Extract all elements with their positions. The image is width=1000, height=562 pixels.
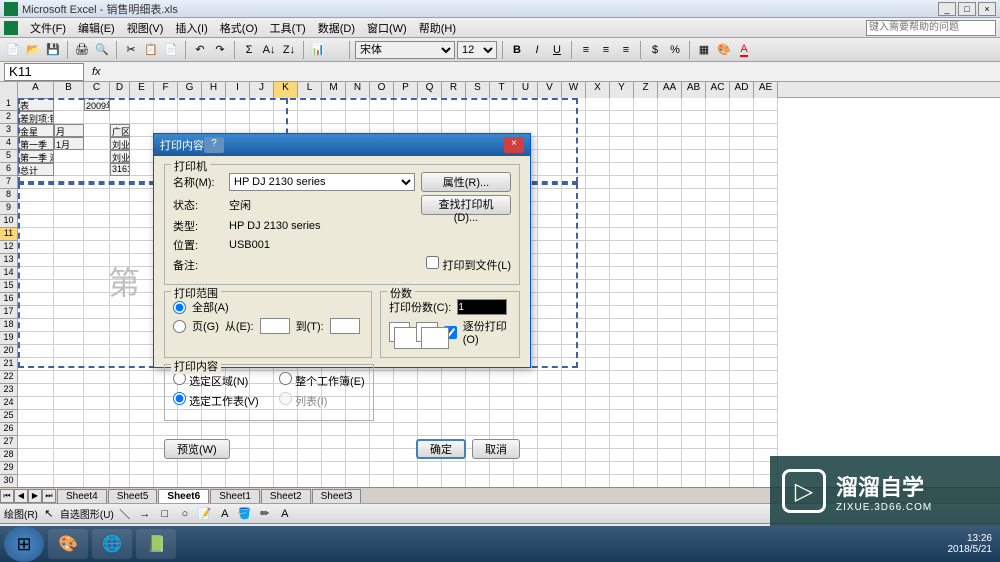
printer-type-label: 类型:	[173, 218, 223, 234]
task-browser[interactable]: 🌐	[92, 529, 132, 559]
content-list-label: 列表(I)	[295, 396, 327, 408]
system-tray[interactable]: 13:26 2018/5/21	[940, 533, 1000, 555]
copies-label: 打印份数(C):	[389, 299, 451, 315]
task-paint[interactable]: 🎨	[48, 529, 88, 559]
start-button[interactable]: ⊞	[4, 526, 44, 562]
copies-fieldset: 份数 打印份数(C): 逐份打印(O)	[380, 291, 520, 358]
content-workbook-radio[interactable]	[279, 372, 292, 385]
printer-status-label: 状态:	[173, 197, 223, 213]
range-pages-label: 页(G)	[192, 318, 219, 334]
cancel-button[interactable]: 取消	[472, 439, 520, 459]
task-excel[interactable]: 📗	[136, 529, 176, 559]
collate-icon-1	[389, 322, 410, 342]
printer-name-select[interactable]: HP DJ 2130 series	[229, 173, 415, 191]
printer-fieldset: 打印机 名称(M): HP DJ 2130 series 属性(R)... 状态…	[164, 164, 520, 285]
printer-status-value: 空闲	[229, 197, 251, 213]
print-dialog: 打印内容 ? × 打印机 名称(M): HP DJ 2130 series 属性…	[153, 133, 531, 368]
printer-comment-label: 备注:	[173, 257, 223, 273]
print-to-file-checkbox[interactable]	[426, 256, 439, 269]
content-sheet-radio[interactable]	[173, 392, 186, 405]
content-workbook-label: 整个工作簿(E)	[295, 376, 365, 388]
preview-button[interactable]: 预览(W)	[164, 439, 230, 459]
watermark-text: 溜溜自学	[836, 470, 932, 502]
range-pages-radio[interactable]	[173, 320, 186, 333]
content-legend: 打印内容	[171, 358, 221, 374]
to-input[interactable]	[330, 318, 360, 334]
collate-icon-2	[416, 322, 437, 342]
dialog-title-bar[interactable]: 打印内容 ? ×	[154, 134, 530, 156]
dialog-close-button[interactable]: ×	[504, 137, 524, 153]
print-to-file-label: 打印到文件(L)	[443, 260, 511, 272]
content-selection-label: 选定区域(N)	[189, 376, 248, 388]
range-legend: 打印范围	[171, 285, 221, 301]
range-all-radio[interactable]	[173, 301, 186, 314]
tray-date: 2018/5/21	[948, 544, 993, 555]
from-input[interactable]	[260, 318, 290, 334]
from-label: 从(E):	[225, 318, 254, 334]
copies-legend: 份数	[387, 285, 415, 301]
dialog-help-button[interactable]: ?	[204, 137, 224, 153]
site-watermark: ▷ 溜溜自学 ZIXUE.3D66.COM	[770, 456, 1000, 526]
range-all-label: 全部(A)	[192, 299, 229, 315]
print-content-fieldset: 打印内容 选定区域(N) 整个工作簿(E) 选定工作表(V) 列表(I)	[164, 364, 374, 421]
taskbar: ⊞ 🎨 🌐 📗 13:26 2018/5/21	[0, 526, 1000, 562]
printer-location-value: USB001	[229, 239, 270, 251]
collate-label: 逐份打印(O)	[463, 318, 511, 346]
printer-name-label: 名称(M):	[173, 174, 223, 190]
content-sheet-label: 选定工作表(V)	[189, 396, 259, 408]
find-printer-button[interactable]: 查找打印机(D)...	[421, 195, 511, 215]
print-range-fieldset: 打印范围 全部(A) 页(G) 从(E): 到(T):	[164, 291, 372, 358]
tray-time: 13:26	[948, 533, 993, 544]
printer-location-label: 位置:	[173, 237, 223, 253]
copies-input[interactable]	[457, 299, 507, 315]
printer-legend: 打印机	[171, 158, 210, 174]
play-icon: ▷	[782, 469, 826, 513]
properties-button[interactable]: 属性(R)...	[421, 172, 511, 192]
to-label: 到(T):	[296, 318, 324, 334]
content-list-radio	[279, 392, 292, 405]
ok-button[interactable]: 确定	[416, 439, 466, 459]
dialog-title-text: 打印内容	[160, 137, 204, 153]
watermark-subtext: ZIXUE.3D66.COM	[836, 502, 932, 513]
dialog-footer: 预览(W) 确定 取消	[154, 435, 530, 467]
printer-type-value: HP DJ 2130 series	[229, 220, 321, 232]
